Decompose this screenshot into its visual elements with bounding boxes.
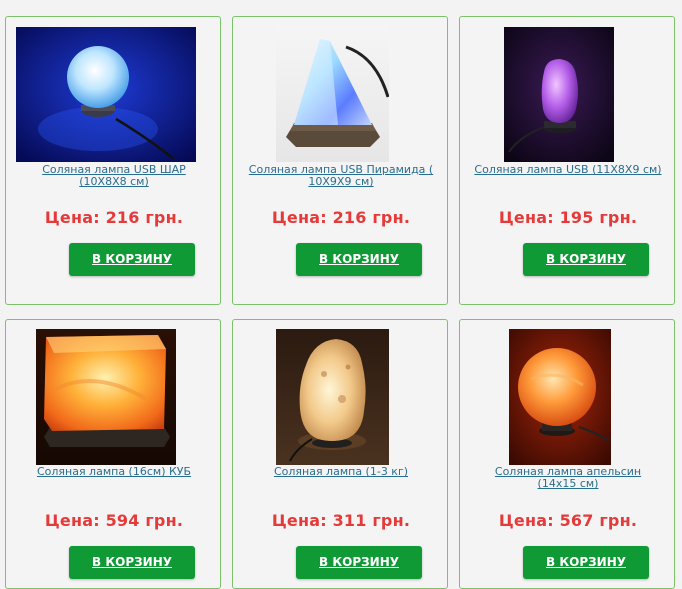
add-to-cart-button[interactable]: В КОРЗИНУ [296, 243, 422, 276]
orange-salt-lamp-sphere-picture [509, 329, 611, 465]
add-to-cart-button[interactable]: В КОРЗИНУ [69, 546, 195, 579]
product-card: Соляная лампа (1-3 кг) Цена: 311 грн. В … [232, 319, 448, 589]
product-image[interactable] [504, 27, 614, 162]
product-card: Соляная лампа USB Пирамида ( 10Х9Х9 см) … [232, 16, 448, 305]
product-grid: Соляная лампа USB ШАР (10Х8Х8 см) Цена: … [0, 0, 682, 589]
product-image[interactable] [276, 27, 389, 162]
add-to-cart-button[interactable]: В КОРЗИНУ [296, 546, 422, 579]
product-image[interactable] [16, 27, 196, 162]
product-price: Цена: 216 грн. [44, 208, 184, 227]
product-image[interactable] [36, 329, 176, 465]
add-to-cart-button[interactable]: В КОРЗИНУ [523, 243, 649, 276]
product-price: Цена: 311 грн. [271, 511, 411, 530]
product-title-link[interactable]: Соляная лампа (16см) КУБ [20, 466, 208, 478]
product-title-link[interactable]: Соляная лампа (1-3 кг) [247, 466, 435, 478]
blue-salt-lamp-sphere-picture [16, 27, 196, 162]
product-image[interactable] [276, 329, 389, 465]
product-title-link[interactable]: Соляная лампа USB Пирамида ( 10Х9Х9 см) [247, 164, 435, 188]
product-price: Цена: 567 грн. [498, 511, 638, 530]
product-card: Соляная лампа апельсин (14х15 см) Цена: … [459, 319, 675, 589]
product-card: Соляная лампа USB (11Х8Х9 см) Цена: 195 … [459, 16, 675, 305]
product-image[interactable] [509, 329, 611, 465]
product-price: Цена: 216 грн. [271, 208, 411, 227]
purple-salt-lamp-picture [504, 27, 614, 162]
add-to-cart-button[interactable]: В КОРЗИНУ [523, 546, 649, 579]
natural-salt-lamp-rock-picture [276, 329, 389, 465]
product-price: Цена: 594 грн. [44, 511, 184, 530]
orange-salt-lamp-cube-picture [36, 329, 176, 465]
product-card: Соляная лампа (16см) КУБ Цена: 594 грн. … [5, 319, 221, 589]
product-card: Соляная лампа USB ШАР (10Х8Х8 см) Цена: … [5, 16, 221, 305]
product-title-link[interactable]: Соляная лампа USB ШАР (10Х8Х8 см) [20, 164, 208, 188]
product-title-link[interactable]: Соляная лампа апельсин (14х15 см) [474, 466, 662, 490]
product-title-link[interactable]: Соляная лампа USB (11Х8Х9 см) [474, 164, 662, 176]
blue-salt-lamp-pyramid-picture [276, 27, 389, 162]
add-to-cart-button[interactable]: В КОРЗИНУ [69, 243, 195, 276]
product-price: Цена: 195 грн. [498, 208, 638, 227]
